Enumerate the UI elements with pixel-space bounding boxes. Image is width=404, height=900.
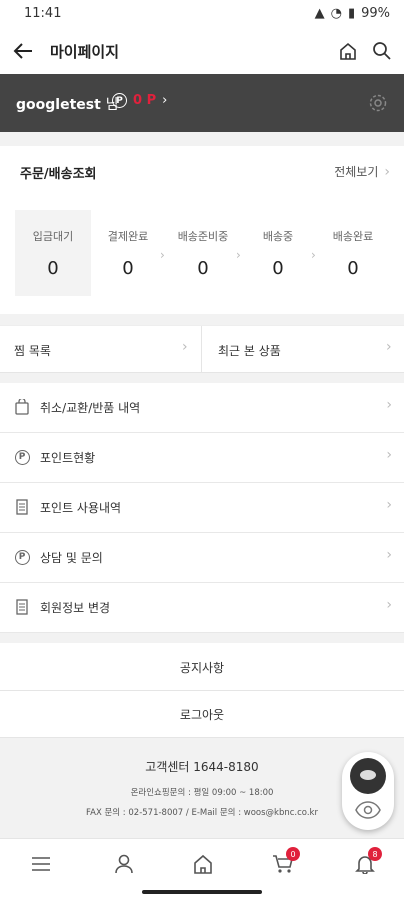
search-icon[interactable] [372,41,392,65]
order-step-paid[interactable]: 결제완료 0 [90,210,166,296]
view-all-label: 전체보기 [334,165,379,179]
chevron-right-icon: › [182,339,188,355]
order-step-preparing[interactable]: 배송준비중 0 [165,210,241,296]
logout-label: 로그아웃 [179,708,225,722]
menu-point-status[interactable]: P 포인트현황 › [0,433,404,483]
battery-icon: ▮ [347,6,356,21]
back-arrow-icon[interactable] [12,40,34,66]
point-circle-icon: P [14,448,30,466]
points-value: 0 P [133,93,157,108]
point-icon: P [112,93,127,108]
thumbnail-image [350,758,386,794]
menu-label: 회원정보 변경 [40,601,111,615]
user-icon[interactable] [109,851,139,877]
divider [0,132,404,146]
chevron-right-icon: › [386,339,392,355]
status-icons: ▲ ◔ ▮ 99% [315,6,390,21]
chevron-right-icon: › [386,597,392,613]
step-count: 0 [197,258,209,279]
notification-badge: 8 [368,847,382,861]
chevron-right-icon: › [386,397,392,413]
bell-icon[interactable]: 8 [350,847,382,877]
divider [0,373,404,383]
menu-consultation[interactable]: P 상담 및 문의 › [0,533,404,583]
chevron-right-icon: › [386,497,392,513]
home-icon[interactable] [338,41,358,65]
step-count: 0 [122,258,134,279]
order-section-header: 주문/배송조회 전체보기 › [0,146,404,196]
order-section-title: 주문/배송조회 [20,167,97,182]
order-step-delivered[interactable]: 배송완료 0 [315,210,391,296]
step-label: 배송준비중 [177,230,229,243]
chevron-right-icon: › [386,447,392,463]
cart-icon[interactable]: 0 [268,847,300,877]
logout-button[interactable]: 로그아웃 [0,690,404,738]
chevron-right-icon: › [384,163,390,180]
user-name: googletest 님 [16,97,119,113]
step-label: 배송중 [262,230,294,243]
chevron-right-icon: › [162,93,168,108]
divider [0,633,404,643]
document-icon [14,498,30,516]
point-circle-icon: P [14,548,30,566]
settings-gear-icon[interactable] [368,93,388,117]
status-time: 11:41 [24,6,62,21]
menu-label: 포인트 사용내역 [40,501,122,515]
step-count: 0 [272,258,284,279]
chevron-right-icon: › [386,547,392,563]
step-label: 결제완료 [107,230,149,243]
notice-label: 공지사항 [179,661,225,675]
view-all-link[interactable]: 전체보기 › [334,163,390,180]
status-bar: 11:41 ▲ ◔ ▮ 99% [0,0,404,30]
wishlist-label: 찜 목록 [14,344,51,358]
menu-point-usage[interactable]: 포인트 사용내역 › [0,483,404,533]
bag-icon [14,398,30,416]
points-link[interactable]: P 0 P › [112,93,167,108]
quick-links: 찜 목록 › 최근 본 상품 › [0,325,404,374]
user-summary: googletest 님 P 0 P › [0,74,404,132]
menu-icon[interactable] [26,851,56,877]
home-icon[interactable] [188,851,218,877]
order-status-steps: 입금대기 0 결제완료 0 › 배송준비중 0 › 배송중 0 › 배송완료 0 [0,210,404,302]
battery-level: 99% [361,6,390,21]
recent-products-link[interactable]: 최근 본 상품 › [202,326,404,374]
menu-cancel-exchange-return[interactable]: 취소/교환/반품 내역 › [0,383,404,433]
step-label: 입금대기 [32,230,74,243]
step-count: 0 [347,258,359,279]
recent-products-label: 최근 본 상품 [218,344,281,358]
step-label: 배송완료 [332,230,374,243]
signal-icon: ▲ [314,6,325,21]
wishlist-link[interactable]: 찜 목록 › [0,326,202,374]
wifi-icon: ◔ [330,6,342,21]
menu-label: 상담 및 문의 [40,551,103,565]
menu-label: 취소/교환/반품 내역 [40,401,141,415]
order-step-pending-payment[interactable]: 입금대기 0 [15,210,91,296]
eye-icon [355,800,381,824]
menu-edit-profile[interactable]: 회원정보 변경 › [0,583,404,633]
cart-badge: 0 [286,847,300,861]
bottom-navigation: 0 8 [0,838,404,888]
step-count: 0 [47,258,59,279]
app-bar: 마이페이지 [0,30,404,74]
notice-link[interactable]: 공지사항 [0,643,404,691]
order-step-shipping[interactable]: 배송중 0 [240,210,316,296]
divider [0,314,404,325]
gesture-bar[interactable] [142,890,262,894]
page-title: 마이페이지 [50,43,120,61]
floating-viewer-button[interactable] [342,752,394,830]
menu-label: 포인트현황 [40,451,96,465]
document-icon [14,598,30,616]
